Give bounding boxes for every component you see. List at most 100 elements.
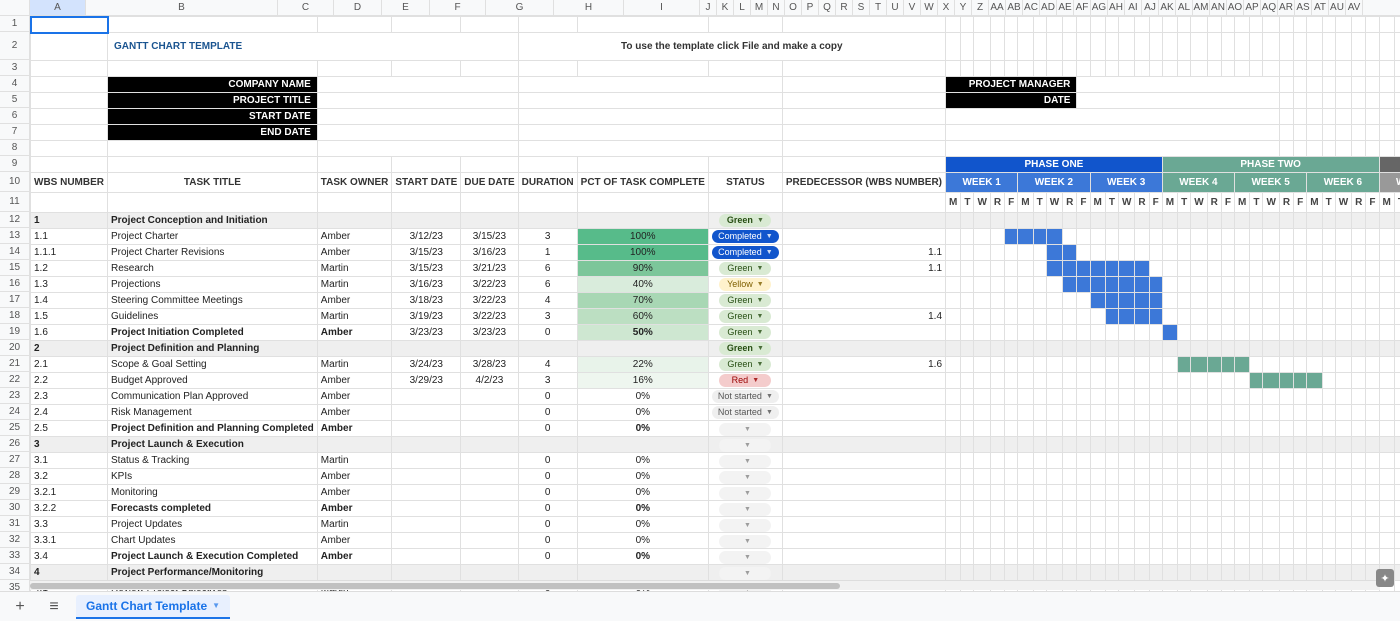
row-header-18[interactable]: 18 [0,308,30,324]
status-chip[interactable]: ▼ [719,487,771,500]
column-header-T[interactable]: T [870,0,887,15]
row-header-13[interactable]: 13 [0,228,30,244]
sheet-tab-active[interactable]: Gantt Chart Template ▼ [76,595,230,619]
column-header-AO[interactable]: AO [1227,0,1244,15]
cell-status[interactable]: ▼ [708,517,782,533]
column-header-AM[interactable]: AM [1193,0,1210,15]
column-header-B[interactable]: B [86,0,278,15]
column-header-AR[interactable]: AR [1278,0,1295,15]
column-header-A[interactable]: A [30,0,86,15]
row-header-24[interactable]: 24 [0,404,30,420]
cell-status[interactable]: Green▼ [708,261,782,277]
column-header-AL[interactable]: AL [1176,0,1193,15]
column-header-M[interactable]: M [751,0,768,15]
row-header-21[interactable]: 21 [0,356,30,372]
row-header-23[interactable]: 23 [0,388,30,404]
status-chip[interactable]: Yellow▼ [719,278,771,291]
row-header-12[interactable]: 12 [0,212,30,228]
column-header-AD[interactable]: AD [1040,0,1057,15]
column-header-AU[interactable]: AU [1329,0,1346,15]
status-chip[interactable]: Green▼ [719,326,771,339]
column-header-AI[interactable]: AI [1125,0,1142,15]
status-chip[interactable]: Not started▼ [712,390,779,403]
column-header-U[interactable]: U [887,0,904,15]
column-header-AB[interactable]: AB [1006,0,1023,15]
column-header-AC[interactable]: AC [1023,0,1040,15]
row-header-19[interactable]: 19 [0,324,30,340]
column-header-AQ[interactable]: AQ [1261,0,1278,15]
row-header-29[interactable]: 29 [0,484,30,500]
cell-status[interactable]: Green▼ [708,293,782,309]
cell-status[interactable]: ▼ [708,421,782,437]
status-chip[interactable]: ▼ [719,519,771,532]
status-chip[interactable]: Green▼ [719,358,771,371]
column-header-F[interactable]: F [430,0,486,15]
row-header-1[interactable]: 1 [0,16,30,32]
cell-status[interactable]: Completed▼ [708,229,782,245]
cell-status[interactable]: Green▼ [708,309,782,325]
cell-A1[interactable] [31,17,108,33]
column-header-AF[interactable]: AF [1074,0,1091,15]
row-header-30[interactable]: 30 [0,500,30,516]
column-header-O[interactable]: O [785,0,802,15]
cell-status[interactable]: Red▼ [708,373,782,389]
cell-status[interactable]: ▼ [708,565,782,581]
column-header-Y[interactable]: Y [955,0,972,15]
column-header-C[interactable]: C [278,0,334,15]
row-header-10[interactable]: 10 [0,172,30,192]
row-header-11[interactable]: 11 [0,192,30,212]
column-header-AS[interactable]: AS [1295,0,1312,15]
all-sheets-button[interactable]: ≡ [42,595,66,619]
row-header-14[interactable]: 14 [0,244,30,260]
column-header-L[interactable]: L [734,0,751,15]
cell-status[interactable]: Not started▼ [708,389,782,405]
column-header-W[interactable]: W [921,0,938,15]
row-header-22[interactable]: 22 [0,372,30,388]
column-header-AJ[interactable]: AJ [1142,0,1159,15]
status-chip[interactable]: Green▼ [719,214,771,227]
column-header-AV[interactable]: AV [1346,0,1363,15]
cell-status[interactable]: Green▼ [708,213,782,229]
row-header-32[interactable]: 32 [0,532,30,548]
status-chip[interactable]: ▼ [719,503,771,516]
row-header-35[interactable]: 35 [0,580,30,591]
row-header-16[interactable]: 16 [0,276,30,292]
cell-status[interactable]: ▼ [708,533,782,549]
row-header-31[interactable]: 31 [0,516,30,532]
column-header-I[interactable]: I [624,0,700,15]
row-header-28[interactable]: 28 [0,468,30,484]
column-header-X[interactable]: X [938,0,955,15]
column-header-J[interactable]: J [700,0,717,15]
status-chip[interactable]: ▼ [719,551,771,564]
cell-status[interactable]: ▼ [708,501,782,517]
status-chip[interactable]: ▼ [719,535,771,548]
row-header-3[interactable]: 3 [0,60,30,76]
column-header-AK[interactable]: AK [1159,0,1176,15]
column-header-Q[interactable]: Q [819,0,836,15]
column-header-V[interactable]: V [904,0,921,15]
column-header-N[interactable]: N [768,0,785,15]
horizontal-scrollbar[interactable] [30,580,1380,590]
column-header-G[interactable]: G [486,0,554,15]
column-header-H[interactable]: H [554,0,624,15]
cell-status[interactable]: ▼ [708,469,782,485]
column-header-AA[interactable]: AA [989,0,1006,15]
status-chip[interactable]: Completed▼ [712,246,778,259]
row-header-33[interactable]: 33 [0,548,30,564]
status-chip[interactable]: ▼ [719,423,771,436]
cell-status[interactable]: Green▼ [708,357,782,373]
status-chip[interactable]: Red▼ [719,374,771,387]
column-header-AH[interactable]: AH [1108,0,1125,15]
cell-status[interactable]: Not started▼ [708,405,782,421]
column-header-AE[interactable]: AE [1057,0,1074,15]
row-header-27[interactable]: 27 [0,452,30,468]
status-chip[interactable]: Green▼ [719,342,771,355]
row-header-20[interactable]: 20 [0,340,30,356]
status-chip[interactable]: Green▼ [719,262,771,275]
cell-status[interactable]: ▼ [708,549,782,565]
row-header-6[interactable]: 6 [0,108,30,124]
status-chip[interactable]: Completed▼ [712,230,778,243]
row-header-26[interactable]: 26 [0,436,30,452]
add-sheet-button[interactable]: + [8,595,32,619]
cell-status[interactable]: Green▼ [708,341,782,357]
